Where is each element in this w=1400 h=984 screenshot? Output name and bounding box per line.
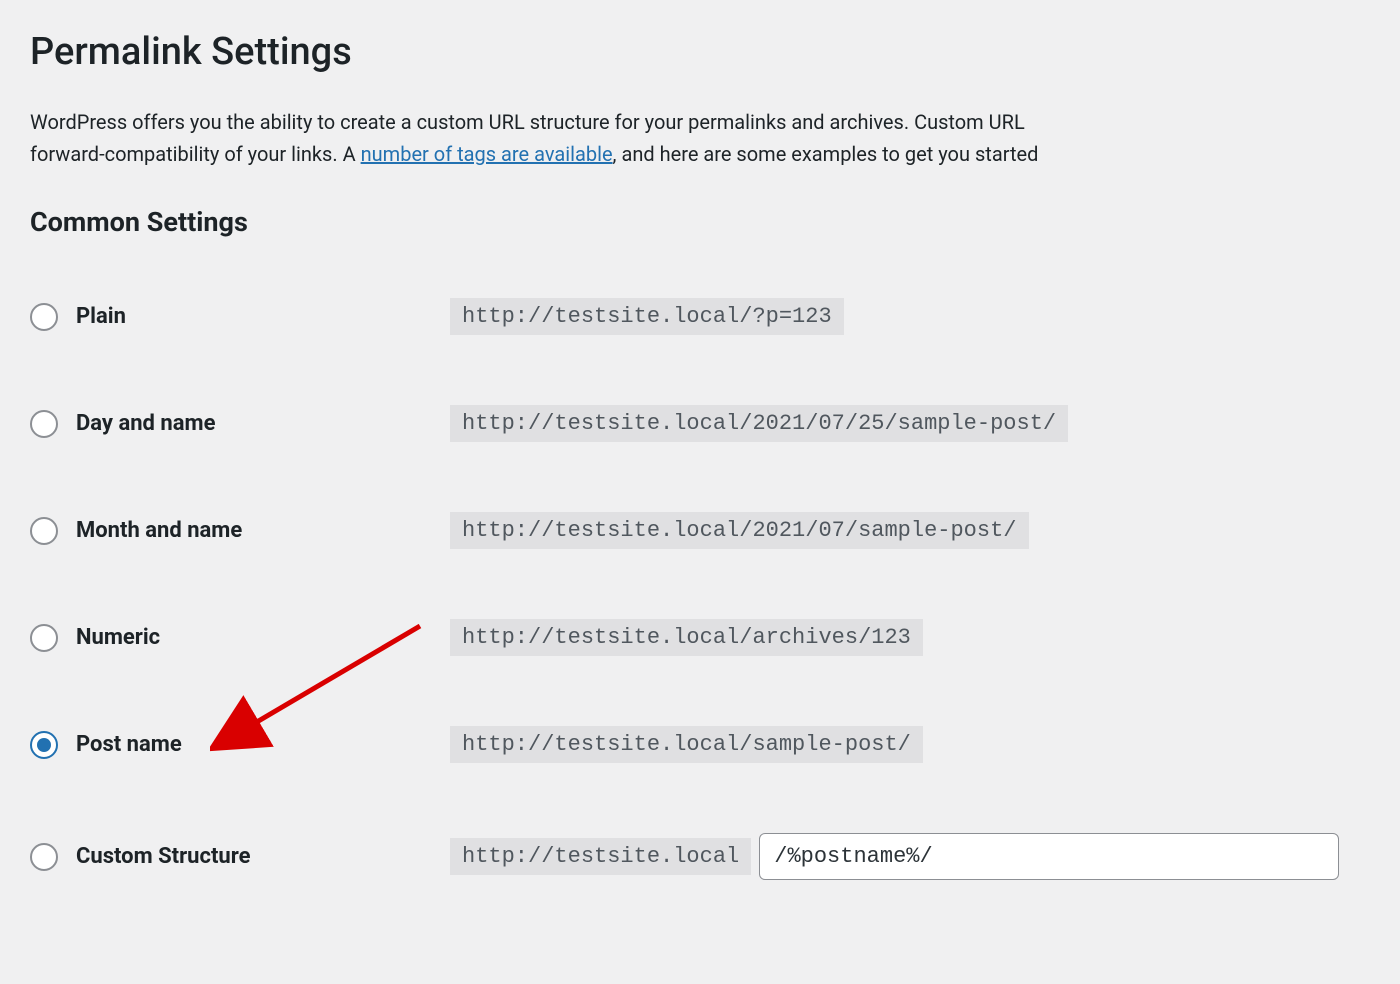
example-day-name: http://testsite.local/2021/07/25/sample-… [450, 405, 1068, 442]
radio-month-name[interactable] [30, 517, 58, 545]
option-row-day-name: Day and name http://testsite.local/2021/… [30, 405, 1400, 442]
radio-plain[interactable] [30, 303, 58, 331]
description-text-2: forward-compatibility of your links. A [30, 142, 361, 166]
description-text-1: WordPress offers you the ability to crea… [30, 110, 1025, 134]
option-row-numeric: Numeric http://testsite.local/archives/1… [30, 619, 1400, 656]
example-custom-prefix: http://testsite.local [450, 838, 751, 875]
option-row-custom: Custom Structure http://testsite.local [30, 833, 1400, 880]
radio-custom[interactable] [30, 843, 58, 871]
option-row-month-name: Month and name http://testsite.local/202… [30, 512, 1400, 549]
example-plain: http://testsite.local/?p=123 [450, 298, 844, 335]
option-row-post-name: Post name http://testsite.local/sample-p… [30, 726, 1400, 763]
radio-numeric[interactable] [30, 624, 58, 652]
radio-post-name[interactable] [30, 731, 58, 759]
label-post-name[interactable]: Post name [76, 732, 182, 757]
custom-structure-input[interactable] [759, 833, 1339, 880]
option-row-plain: Plain http://testsite.local/?p=123 [30, 298, 1400, 335]
example-post-name: http://testsite.local/sample-post/ [450, 726, 923, 763]
label-day-name[interactable]: Day and name [76, 411, 215, 436]
label-custom[interactable]: Custom Structure [76, 844, 250, 869]
permalink-options: Plain http://testsite.local/?p=123 Day a… [30, 298, 1400, 880]
page-description: WordPress offers you the ability to crea… [30, 106, 1400, 170]
label-month-name[interactable]: Month and name [76, 518, 242, 543]
page-title: Permalink Settings [30, 30, 1400, 74]
label-plain[interactable]: Plain [76, 304, 126, 329]
example-numeric: http://testsite.local/archives/123 [450, 619, 923, 656]
tags-link[interactable]: number of tags are available [361, 142, 613, 166]
example-month-name: http://testsite.local/2021/07/sample-pos… [450, 512, 1029, 549]
label-numeric[interactable]: Numeric [76, 625, 160, 650]
section-title: Common Settings [30, 206, 1400, 238]
description-text-3: , and here are some examples to get you … [613, 142, 1039, 166]
radio-day-name[interactable] [30, 410, 58, 438]
